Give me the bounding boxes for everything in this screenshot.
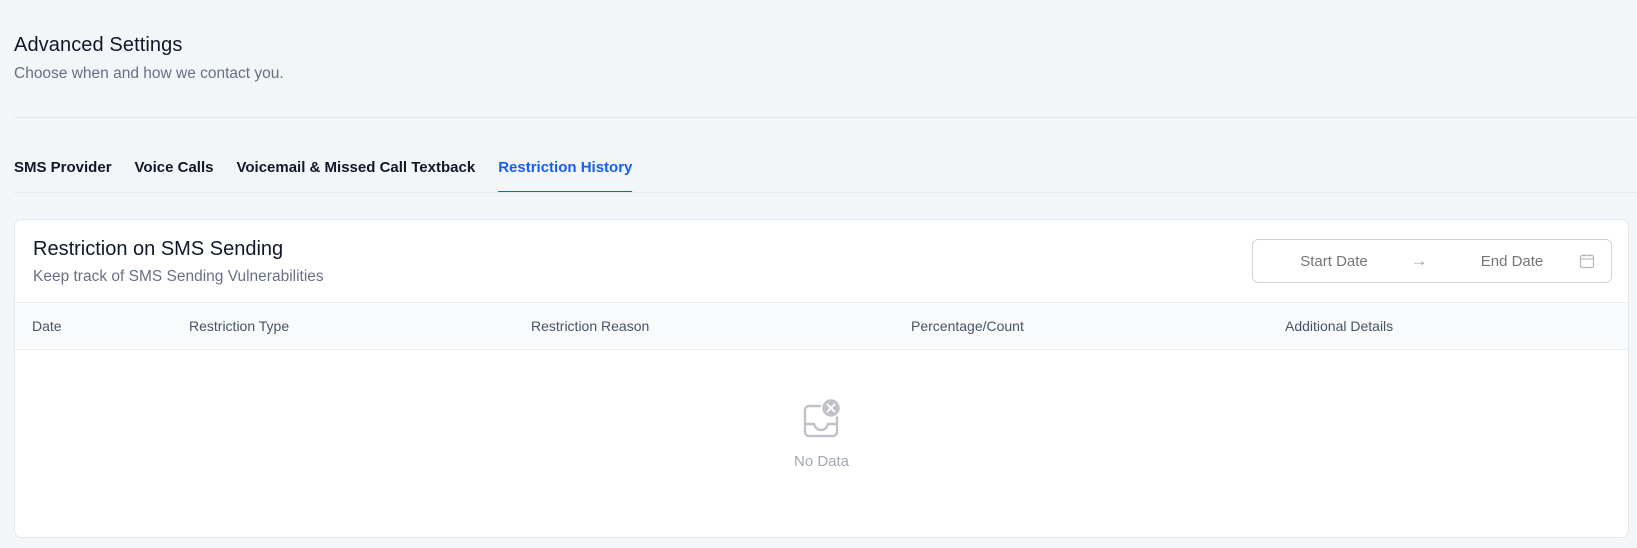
settings-tabs: SMS Provider Voice Calls Voicemail & Mis… [14,152,655,193]
restriction-card: Restriction on SMS Sending Keep track of… [14,219,1629,538]
tab-voicemail-missed-call-textback[interactable]: Voicemail & Missed Call Textback [236,152,475,193]
table-header: Date Restriction Type Restriction Reason… [15,302,1628,350]
header-divider [14,117,1637,118]
column-header-date: Date [32,318,62,334]
page-subtitle: Choose when and how we contact you. [14,65,284,82]
tabs-divider [14,192,1637,193]
start-date-input[interactable] [1269,252,1399,270]
calendar-icon[interactable] [1579,253,1595,269]
empty-state-text: No Data [793,453,850,470]
card-subtitle: Keep track of SMS Sending Vulnerabilitie… [33,268,324,285]
column-header-restriction-reason: Restriction Reason [531,318,650,334]
date-range-picker[interactable]: → [1252,239,1612,283]
card-title: Restriction on SMS Sending [33,238,284,260]
column-header-additional-details: Additional Details [1285,318,1394,334]
page-header: Advanced Settings Choose when and how we… [14,34,284,83]
empty-inbox-icon [803,398,841,438]
column-header-percentage-count: Percentage/Count [911,318,1024,334]
card-header: Restriction on SMS Sending Keep track of… [15,220,1628,302]
page-title: Advanced Settings [14,34,183,56]
arrow-right-icon: → [1410,251,1428,270]
column-header-restriction-type: Restriction Type [189,318,290,334]
advanced-settings-page: Advanced Settings Choose when and how we… [0,0,1637,548]
tab-voice-calls[interactable]: Voice Calls [135,152,214,193]
end-date-input[interactable] [1447,252,1577,270]
tab-sms-provider[interactable]: SMS Provider [14,152,112,193]
tab-restriction-history[interactable]: Restriction History [498,152,633,193]
empty-state: No Data [15,398,1628,470]
